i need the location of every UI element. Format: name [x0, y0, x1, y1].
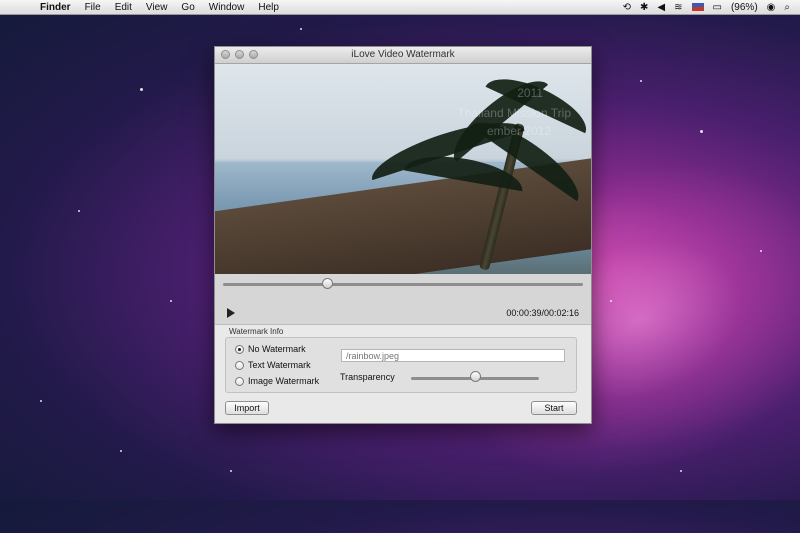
battery-icon[interactable]: ▭ [713, 2, 722, 13]
play-button[interactable] [227, 308, 235, 318]
bluetooth-icon[interactable]: ✱ [640, 2, 648, 13]
player-controls: 00:00:39/00:02:16 [215, 274, 591, 325]
window-title: iLove Video Watermark [351, 49, 455, 60]
radio-button[interactable] [235, 344, 244, 354]
menu-app-name[interactable]: Finder [40, 2, 71, 13]
seek-bar-knob[interactable] [322, 278, 334, 289]
star [610, 300, 612, 302]
video-preview[interactable]: 2011 Thailand Mission Trip ember 2012 [215, 64, 591, 274]
star [140, 88, 143, 91]
transparency-label: Transparency [340, 372, 395, 382]
watermark-info-label: Watermark Info [229, 327, 284, 336]
wifi-icon[interactable]: ≋ [674, 2, 682, 13]
radio-label[interactable]: Image Watermark [248, 376, 319, 386]
star [120, 450, 122, 452]
volume-icon[interactable]: ◀ [657, 2, 665, 13]
playback-time: 00:00:39/00:02:16 [506, 308, 579, 318]
star [300, 28, 302, 30]
radio-button[interactable] [235, 360, 244, 370]
time-machine-icon[interactable]: ⟲ [623, 2, 631, 13]
spotlight-icon[interactable]: ⌕ [784, 2, 790, 13]
star [78, 210, 80, 212]
radio-button[interactable] [235, 376, 244, 386]
radio-no-watermark[interactable]: No Watermark [235, 344, 306, 354]
close-button[interactable] [221, 50, 230, 59]
menu-window[interactable]: Window [209, 2, 245, 13]
title-bar[interactable]: iLove Video Watermark [215, 47, 591, 64]
star [680, 470, 682, 472]
star [40, 400, 42, 402]
video-watermark-line-2: Thailand Mission Trip [457, 106, 571, 120]
minimize-button[interactable] [235, 50, 244, 59]
star [640, 80, 642, 82]
star [700, 130, 703, 133]
radio-text-watermark[interactable]: Text Watermark [235, 360, 311, 370]
menu-view[interactable]: View [146, 2, 168, 13]
seek-bar-track[interactable] [223, 283, 583, 286]
menu-bar: Finder File Edit View Go Window Help ⟲ ✱… [0, 0, 800, 15]
input-flag-icon[interactable] [691, 3, 704, 11]
user-icon[interactable]: ◉ [767, 2, 776, 13]
radio-label[interactable]: Text Watermark [248, 360, 311, 370]
transparency-slider-knob[interactable] [470, 371, 481, 382]
video-watermark-line-3: ember 2012 [486, 124, 551, 138]
zoom-button[interactable] [249, 50, 258, 59]
app-window: iLove Video Watermark 2011 Thailand Miss… [214, 46, 592, 424]
video-watermark-line-1: 2011 [517, 86, 543, 100]
radio-label[interactable]: No Watermark [248, 344, 306, 354]
radio-image-watermark[interactable]: Image Watermark [235, 376, 319, 386]
menu-edit[interactable]: Edit [115, 2, 132, 13]
menu-file[interactable]: File [85, 2, 101, 13]
star [760, 250, 762, 252]
watermark-info-group: No Watermark Text Watermark Image Waterm… [225, 337, 577, 393]
star [170, 300, 172, 302]
menu-go[interactable]: Go [181, 2, 194, 13]
battery-percent[interactable]: (96%) [731, 2, 758, 13]
window-controls [221, 50, 258, 59]
start-button[interactable]: Start [531, 401, 577, 415]
star [230, 470, 232, 472]
menu-help[interactable]: Help [258, 2, 279, 13]
image-path-input[interactable] [341, 349, 565, 362]
import-button[interactable]: Import [225, 401, 269, 415]
